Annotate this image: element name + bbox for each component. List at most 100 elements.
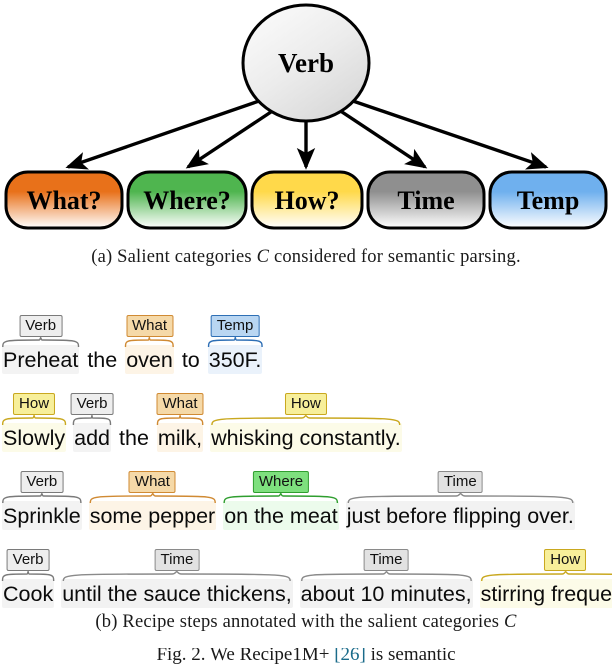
tagged-segment[interactable]: on the meat Where	[223, 471, 339, 530]
category-tag-verb[interactable]: Verb	[19, 315, 63, 337]
segment-brace	[346, 493, 575, 504]
sentence-line: Sprinkle Verb some pepper What on the meat Wh…	[2, 471, 575, 530]
tagged-segment[interactable]: Slowly How	[2, 393, 67, 452]
category-node-label: Temp	[517, 186, 580, 215]
sentence-line: Cook Verb until the sauce thickens, Time abo…	[2, 549, 612, 608]
tail-pre: Fig. 2. We	[156, 648, 240, 665]
segment-text: whisking constantly.	[211, 426, 401, 450]
sentence-slowly: Slowly How add Verb the milk, What whisking con…	[0, 374, 612, 452]
segment-text: just before flipping over.	[346, 504, 574, 528]
caption-b-pre: (b) Recipe steps annotated with the sali…	[95, 612, 505, 632]
category-node-where[interactable]: Where?	[126, 170, 248, 230]
segment-brace	[480, 571, 612, 582]
tagged-segment[interactable]: Sprinkle Verb	[2, 471, 82, 530]
segment-text: Preheat	[3, 348, 79, 372]
category-tag-how[interactable]: How	[13, 393, 56, 415]
sentence-line: Preheat Verb the oven What to 350F. Temp	[2, 315, 263, 374]
category-tag-time[interactable]: Time	[154, 549, 200, 571]
segment-brace	[157, 415, 203, 426]
segment-brace	[210, 415, 402, 426]
category-node-how[interactable]: How?	[250, 170, 364, 230]
segment-brace	[208, 337, 263, 348]
tagged-segment[interactable]: some pepper What	[88, 471, 217, 530]
segment-text: Sprinkle	[3, 504, 81, 528]
category-nodes: What? Where? How? Time Temp	[4, 170, 608, 230]
category-tag-verb[interactable]: Verb	[6, 549, 50, 571]
caption-a-symbol: C	[256, 247, 270, 267]
category-tag-temp[interactable]: Temp	[210, 315, 260, 337]
category-node-what[interactable]: What?	[4, 170, 124, 230]
segment-brace	[2, 415, 66, 426]
tagged-segment[interactable]: about 10 minutes, Time	[299, 549, 473, 608]
tagged-segment[interactable]: whisking constantly. How	[210, 393, 402, 452]
category-tag-verb[interactable]: Verb	[70, 393, 114, 415]
segment-text: about 10 minutes,	[300, 582, 472, 606]
segment-brace	[2, 337, 79, 348]
tail-post: is semantic	[365, 648, 456, 665]
caption-a: (a) Salient categories C considered for …	[0, 247, 612, 268]
segment-brace	[73, 415, 111, 426]
tagged-segment[interactable]: oven What	[125, 315, 174, 374]
figure-tail-line: Fig. 2. We Recipe1M+ [26] is semantic	[0, 648, 612, 666]
segment-brace	[125, 337, 174, 348]
segment-text: the	[119, 426, 149, 450]
segment-text: add	[74, 426, 111, 450]
tail-text: Fig. 2. We Recipe1M+ [26] is semantic	[0, 648, 612, 666]
tagged-segment[interactable]: milk, What	[156, 393, 204, 452]
category-node-label: Time	[397, 186, 454, 215]
category-tag-how[interactable]: How	[544, 549, 587, 571]
tagged-segment[interactable]: add Verb	[70, 393, 114, 452]
caption-a-post: considered for semantic parsing.	[269, 247, 521, 267]
figure-page: Verb What? Where? How? Time Temp (a) Salient…	[0, 0, 612, 666]
tagged-segment[interactable]: Preheat Verb	[2, 315, 80, 374]
node-verb[interactable]: Verb	[241, 3, 371, 123]
segment-text: the	[87, 348, 118, 372]
segment-brace	[300, 571, 473, 582]
segment-text: 350F.	[208, 348, 262, 372]
category-node-label: How?	[275, 186, 340, 215]
plain-segment: the	[86, 347, 118, 374]
taxonomy-svg: Verb What? Where? How? Time Temp	[4, 3, 608, 230]
tagged-segment[interactable]: until the sauce thickens, Time	[61, 549, 293, 608]
annotated-sentences: Preheat Verb the oven What to 350F. Temp Slowly H…	[0, 296, 612, 608]
category-tag-what[interactable]: What	[126, 315, 174, 337]
segment-text: some pepper	[89, 504, 216, 528]
sentence-cook: Cook Verb until the sauce thickens, Time abo…	[0, 530, 612, 608]
category-node-label: Where?	[143, 186, 231, 215]
segment-text: milk,	[157, 426, 203, 450]
category-tag-how[interactable]: How	[284, 393, 327, 415]
segment-text: until the sauce thickens,	[62, 582, 292, 606]
tagged-segment[interactable]: 350F. Temp	[207, 315, 263, 374]
tagged-segment[interactable]: just before flipping over. Time	[345, 471, 575, 530]
segment-brace	[2, 571, 54, 582]
category-tag-where[interactable]: Where	[252, 471, 310, 493]
segment-brace	[223, 493, 339, 504]
segment-brace	[89, 493, 217, 504]
sentence-sprinkle: Sprinkle Verb some pepper What on the meat Wh…	[0, 452, 612, 530]
tail-mid: Recipe1M+	[239, 648, 335, 665]
segment-text: to	[181, 348, 200, 372]
segment-text: oven	[126, 348, 173, 372]
node-verb-label: Verb	[278, 48, 334, 78]
category-node-time[interactable]: Time	[366, 170, 486, 230]
sentence-preheat: Preheat Verb the oven What to 350F. Temp	[0, 296, 612, 374]
category-node-temp[interactable]: Temp	[488, 170, 608, 230]
segment-text: Slowly	[3, 426, 66, 450]
tagged-segment[interactable]: stirring frequently. How	[479, 549, 612, 608]
segment-brace	[2, 493, 82, 504]
tagged-segment[interactable]: Cook Verb	[2, 549, 55, 608]
category-node-label: What?	[26, 186, 101, 215]
tail-reference: [26]	[334, 648, 366, 665]
category-tag-time[interactable]: Time	[437, 471, 483, 493]
category-tag-time[interactable]: Time	[363, 549, 409, 571]
category-tag-what[interactable]: What	[156, 393, 204, 415]
caption-b: (b) Recipe steps annotated with the sali…	[0, 612, 612, 633]
segment-text: stirring frequently.	[480, 582, 612, 606]
category-tag-what[interactable]: What	[128, 471, 176, 493]
segment-brace	[61, 571, 292, 582]
category-tag-verb[interactable]: Verb	[20, 471, 64, 493]
caption-a-pre: (a) Salient categories	[91, 247, 257, 267]
plain-segment: the	[118, 425, 150, 452]
segment-text: Cook	[3, 582, 54, 606]
sentence-line: Slowly How add Verb the milk, What whisking con…	[2, 393, 402, 452]
